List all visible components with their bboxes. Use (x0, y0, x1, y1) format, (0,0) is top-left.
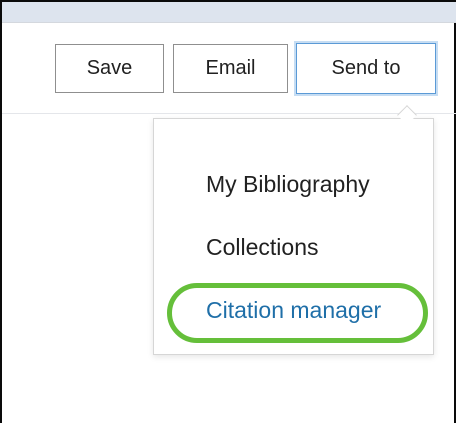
menu-item-my-bibliography[interactable]: My Bibliography (206, 173, 370, 196)
save-button[interactable]: Save (55, 44, 164, 93)
top-strip (2, 2, 456, 23)
toolbar-divider (2, 113, 456, 114)
email-button[interactable]: Email (173, 44, 288, 93)
send-to-button[interactable]: Send to (296, 43, 436, 94)
menu-item-collections[interactable]: Collections (206, 236, 319, 259)
menu-item-citation-manager[interactable]: Citation manager (206, 299, 381, 322)
